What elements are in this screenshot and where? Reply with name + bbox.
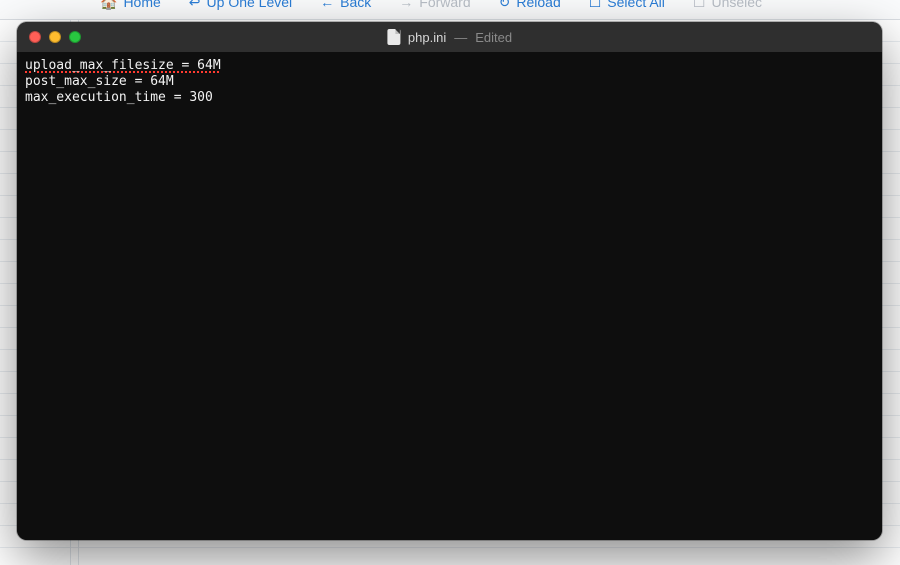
toolbar-unselect: ☐ Unselec	[693, 0, 762, 10]
editor-line: post_max_size = 64M	[25, 74, 874, 90]
editor-line: upload_max_filesize = 64M	[25, 58, 221, 73]
select-all-icon: ☐	[589, 0, 602, 9]
toolbar-select-all[interactable]: ☐ Select All	[589, 0, 665, 10]
unselect-icon: ☐	[693, 0, 706, 9]
window-titlebar[interactable]: php.ini — Edited	[17, 22, 882, 52]
toolbar-label: Unselec	[711, 0, 762, 10]
forward-icon: →	[399, 0, 413, 9]
back-icon: ←	[320, 0, 334, 9]
toolbar-label: Back	[340, 0, 371, 10]
home-icon: 🏠	[100, 0, 117, 9]
close-icon[interactable]	[29, 31, 41, 43]
window-controls	[17, 31, 81, 43]
toolbar-label: Up One Level	[207, 0, 293, 10]
toolbar-home[interactable]: 🏠 Home	[100, 0, 161, 10]
window-title: php.ini — Edited	[387, 29, 512, 45]
edited-status: Edited	[475, 30, 512, 45]
toolbar-forward: → Forward	[399, 0, 470, 10]
toolbar-up-one-level[interactable]: ↩ Up One Level	[189, 0, 292, 10]
title-separator: —	[454, 30, 467, 45]
editor-line: max_execution_time = 300	[25, 90, 874, 106]
toolbar-label: Forward	[419, 0, 470, 10]
toolbar-label: Select All	[607, 0, 665, 10]
editor-text-area[interactable]: upload_max_filesize = 64Mpost_max_size =…	[17, 52, 882, 540]
reload-icon: ↻	[499, 0, 511, 9]
toolbar-back[interactable]: ← Back	[320, 0, 371, 10]
filename-label: php.ini	[408, 30, 446, 45]
minimize-icon[interactable]	[49, 31, 61, 43]
text-editor-window: php.ini — Edited upload_max_filesize = 6…	[17, 22, 882, 540]
zoom-icon[interactable]	[69, 31, 81, 43]
toolbar-label: Reload	[516, 0, 560, 10]
toolbar-reload[interactable]: ↻ Reload	[499, 0, 561, 10]
background-toolbar: 🏠 Home ↩ Up One Level ← Back → Forward ↻…	[0, 0, 900, 20]
toolbar-label: Home	[123, 0, 160, 10]
document-icon[interactable]	[387, 29, 400, 45]
up-icon: ↩	[189, 0, 201, 9]
